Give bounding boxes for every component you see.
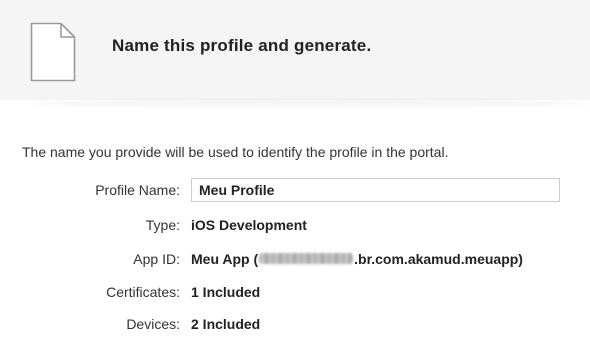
redacted-team-id: [259, 253, 354, 265]
header-divider: [28, 100, 590, 108]
certificates-row: Certificates: 1 Included: [0, 280, 590, 304]
app-id-name: Meu App (: [191, 251, 259, 267]
devices-value: 2 Included: [191, 316, 261, 332]
profile-name-input[interactable]: [191, 178, 560, 202]
type-label: Type:: [145, 217, 180, 233]
step-header: Name this profile and generate.: [0, 0, 590, 100]
provisioning-profile-page: Name this profile and generate. The name…: [0, 0, 590, 350]
profile-name-row: Profile Name:: [0, 178, 590, 202]
certificates-label: Certificates:: [106, 284, 180, 300]
app-id-row: App ID: Meu App ( .br.com.akamud.meuapp): [0, 247, 590, 271]
certificates-value: 1 Included: [191, 284, 261, 300]
app-id-label: App ID:: [133, 251, 180, 267]
app-id-value: Meu App ( .br.com.akamud.meuapp): [191, 251, 523, 267]
type-value: iOS Development: [191, 217, 307, 233]
app-id-bundle: .br.com.akamud.meuapp): [354, 251, 523, 267]
type-row: Type: iOS Development: [0, 213, 590, 237]
devices-row: Devices: 2 Included: [0, 312, 590, 336]
profile-name-label: Profile Name:: [95, 182, 180, 198]
document-icon: [30, 22, 76, 82]
intro-text: The name you provide will be used to ide…: [22, 144, 449, 160]
devices-label: Devices:: [126, 316, 180, 332]
page-title: Name this profile and generate.: [112, 36, 372, 55]
